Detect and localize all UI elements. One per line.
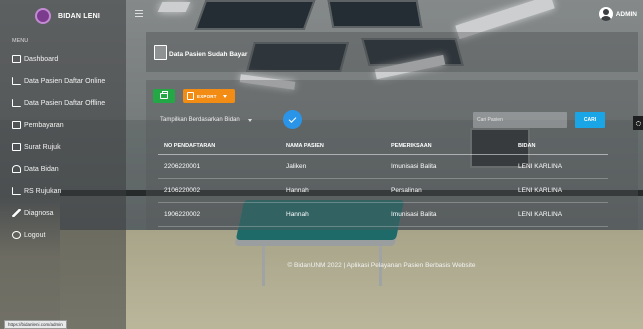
export-button[interactable]: EXPORT	[183, 89, 235, 103]
user-avatar-icon	[598, 7, 613, 21]
menu-heading: MENU	[12, 38, 29, 44]
export-label: EXPORT	[197, 93, 217, 99]
sidebar-item-label: Data Bidan	[24, 165, 59, 173]
table-header-row: NO PENDAFTARAN NAMA PASIEN PEMERIKSAAN B…	[158, 137, 608, 155]
cell-bidan: LENI KARLINA	[518, 211, 563, 218]
table-row[interactable]: 1906220002 Hannah Imunisasi Balita LENI …	[158, 203, 608, 227]
sidebar-item-label: Pembayaran	[24, 121, 64, 129]
cell-pemeriksaan: Imunisasi Balita	[391, 211, 437, 218]
column-header: BIDAN	[518, 142, 536, 149]
table-row[interactable]: 2206220001 Jaliken Imunisasi Balita LENI…	[158, 155, 608, 179]
chevron-down-icon	[222, 94, 227, 98]
logout-icon	[12, 231, 21, 239]
sidebar-item-data-bidan[interactable]: Data Bidan	[0, 158, 126, 180]
sidebar-item-data-pasien-online[interactable]: Data Pasien Daftar Online	[0, 70, 126, 92]
dashboard-icon	[12, 55, 21, 63]
search-button[interactable]: CARI	[575, 112, 605, 128]
print-button[interactable]	[153, 89, 175, 103]
cell-pemeriksaan: Imunisasi Balita	[391, 163, 437, 170]
logo-icon	[35, 8, 51, 24]
sidebar-item-logout[interactable]: Logout	[0, 224, 126, 246]
gear-icon	[635, 120, 641, 126]
user-menu[interactable]: ADMIN	[598, 7, 637, 21]
file-icon	[187, 92, 194, 100]
column-header: PEMERIKSAAN	[391, 142, 432, 149]
sidebar-item-pembayaran[interactable]: Pembayaran	[0, 114, 126, 136]
bidan-filter-select[interactable]: Tampilkan Berdasarkan Bidan	[160, 113, 280, 127]
column-header: NAMA PASIEN	[286, 142, 324, 149]
sidebar-item-rs-rujukan[interactable]: RS Rujukan	[0, 180, 126, 202]
check-icon	[288, 114, 297, 123]
table-row[interactable]: 2106220002 Hannah Persalinan LENI KARLIN…	[158, 179, 608, 203]
sidebar: BIDAN LENI MENU Dashboard Data Pasien Da…	[0, 0, 126, 329]
cell-no-pendaftaran: 1906220002	[164, 211, 201, 218]
cell-pemeriksaan: Persalinan	[391, 187, 422, 194]
chevron-down-icon	[247, 118, 252, 122]
chart-icon	[12, 77, 21, 85]
search-input[interactable]	[473, 112, 567, 128]
sidebar-item-label: Surat Rujuk	[24, 143, 61, 151]
sidebar-item-label: Logout	[24, 231, 46, 239]
brand[interactable]: BIDAN LENI	[0, 0, 126, 32]
user-icon	[12, 165, 21, 173]
brand-name: BIDAN LENI	[58, 12, 101, 20]
document-icon	[154, 44, 167, 60]
sidebar-item-label: Data Pasien Daftar Online	[24, 77, 106, 85]
status-bar-url: https://bidanleni.com/admin	[4, 320, 67, 329]
document-icon	[12, 143, 21, 151]
footer-copyright: © BidanUNM 2022 | Aplikasi Pelayanan Pas…	[287, 262, 476, 269]
sidebar-item-label: Dashboard	[24, 55, 59, 63]
page-header: Data Pasien Sudah Bayar	[146, 32, 638, 72]
cell-bidan: LENI KARLINA	[518, 187, 563, 194]
pen-icon	[12, 209, 21, 217]
column-header: NO PENDAFTARAN	[164, 142, 216, 149]
sidebar-item-label: Data Pasien Daftar Offline	[24, 99, 106, 107]
page-title: Data Pasien Sudah Bayar	[169, 50, 248, 58]
sidebar-item-label: Diagnosa	[24, 209, 54, 217]
sidebar-item-surat-rujuk[interactable]: Surat Rujuk	[0, 136, 126, 158]
printer-icon	[160, 91, 168, 99]
patients-table: NO PENDAFTARAN NAMA PASIEN PEMERIKSAAN B…	[158, 137, 608, 227]
cell-bidan: LENI KARLINA	[518, 163, 563, 170]
hospital-icon	[12, 187, 21, 195]
chart-icon	[12, 99, 21, 107]
apply-filter-button[interactable]	[283, 110, 302, 129]
sidebar-item-data-pasien-offline[interactable]: Data Pasien Daftar Offline	[0, 92, 126, 114]
sidebar-item-diagnosa[interactable]: Diagnosa	[0, 202, 126, 224]
cell-nama-pasien: Jaliken	[286, 163, 307, 170]
settings-gear-icon[interactable]	[633, 116, 643, 130]
user-name: ADMIN	[615, 10, 637, 18]
payment-icon	[12, 121, 21, 129]
filter-select-value: Tampilkan Berdasarkan Bidan	[160, 117, 240, 123]
sidebar-item-label: RS Rujukan	[24, 187, 62, 195]
cell-no-pendaftaran: 2106220002	[164, 187, 201, 194]
cell-nama-pasien: Hannah	[286, 211, 309, 218]
menu-toggle-icon[interactable]	[135, 10, 143, 17]
cell-no-pendaftaran: 2206220001	[164, 163, 201, 170]
cell-nama-pasien: Hannah	[286, 187, 309, 194]
sidebar-item-dashboard[interactable]: Dashboard	[0, 48, 126, 70]
